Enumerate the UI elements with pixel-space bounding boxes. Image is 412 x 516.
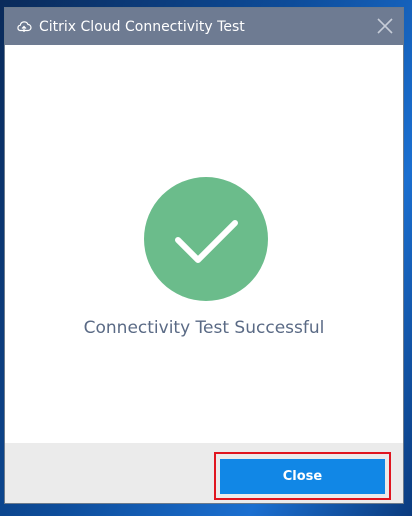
close-icon[interactable]	[376, 17, 394, 35]
window-title: Citrix Cloud Connectivity Test	[39, 19, 245, 35]
dialog-footer: Close	[5, 443, 403, 503]
title-bar[interactable]: Citrix Cloud Connectivity Test	[5, 8, 403, 45]
connectivity-test-dialog: Citrix Cloud Connectivity Test Connectiv…	[4, 7, 404, 504]
status-message: Connectivity Test Successful	[83, 318, 325, 338]
cloud-upload-icon	[17, 21, 32, 32]
close-button[interactable]: Close	[220, 459, 385, 494]
dialog-content: Connectivity Test Successful	[5, 45, 403, 443]
check-circle-icon	[144, 177, 268, 301]
